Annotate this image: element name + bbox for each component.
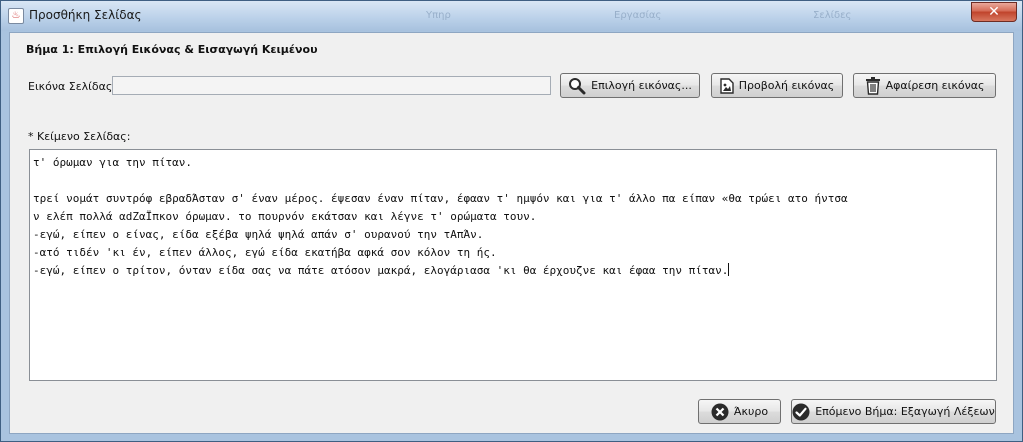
window-title: Προσθήκη Σελίδας (29, 8, 142, 22)
java-app-icon: ♨ (8, 8, 24, 24)
remove-image-button[interactable]: Αφαίρεση εικόνας (853, 73, 996, 98)
step-title: Βήμα 1: Επιλογή Εικόνας & Εισαγωγή Κειμέ… (26, 43, 318, 56)
next-step-label: Επόμενο Βήμα: Εξαγωγή Λέξεων (815, 405, 995, 418)
cancel-button[interactable]: Άκυρο (698, 399, 781, 424)
choose-image-button[interactable]: Επιλογή εικόνας... (560, 73, 700, 98)
next-step-button[interactable]: Επόμενο Βήμα: Εξαγωγή Λέξεων (791, 399, 996, 424)
dialog-content: Βήμα 1: Επιλογή Εικόνας & Εισαγωγή Κειμέ… (9, 32, 1014, 434)
picture-file-icon (720, 77, 734, 94)
text-line: -ατό τιδέν 'κι έν, είπεν άλλος, εγώ είδα… (33, 246, 497, 259)
background-window-text: Εργασίας (614, 10, 662, 21)
close-button[interactable]: ✕ (971, 2, 1017, 22)
preview-image-button[interactable]: Προβολή εικόνας (711, 73, 843, 98)
dialog-window: ♨ Προσθήκη Σελίδας Υπηρ Εργασίας Σελίδες… (0, 0, 1023, 442)
preview-image-label: Προβολή εικόνας (738, 79, 835, 92)
close-icon: ✕ (988, 4, 1000, 20)
text-line: ν ελέπ πολλά αdΖαΪπκον όρωμαν. το πουρνό… (33, 210, 537, 223)
text-line (33, 172, 993, 190)
check-icon (792, 403, 810, 421)
magnifier-icon (568, 77, 586, 95)
text-line: τ' όρωμαν για την πίταν. (33, 156, 192, 169)
text-line: -εγώ, είπεν ο είνας, είδα εξέβα ψηλά ψηλ… (33, 228, 484, 241)
page-image-label: Εικόνα Σελίδας: (28, 80, 117, 93)
page-image-path-field[interactable] (112, 76, 551, 95)
remove-image-label: Αφαίρεση εικόνας (885, 79, 985, 92)
choose-image-label: Επιλογή εικόνας... (591, 79, 692, 92)
trash-icon (865, 76, 881, 95)
background-window-text: Σελίδες (813, 10, 852, 21)
text-caret (728, 263, 730, 276)
text-line-last: -εγώ, είπεν ο τρίτον, όνταν είδα σας να … (33, 262, 993, 280)
cancel-label: Άκυρο (733, 405, 769, 418)
text-line-last-content: -εγώ, είπεν ο τρίτον, όνταν είδα σας να … (33, 264, 729, 277)
page-text-editor[interactable]: τ' όρωμαν για την πίταν. τρεί νομάτ συντρ… (29, 149, 997, 381)
text-line: τρεί νομάτ συντρόφ εβραδΆσταν σ' έναν μέ… (33, 192, 848, 205)
title-bar[interactable]: ♨ Προσθήκη Σελίδας Υπηρ Εργασίας Σελίδες… (1, 1, 1022, 31)
cancel-icon (711, 403, 729, 421)
page-text-label: * Κείμενο Σελίδας: (28, 130, 131, 143)
background-window-text: Υπηρ (426, 10, 451, 21)
